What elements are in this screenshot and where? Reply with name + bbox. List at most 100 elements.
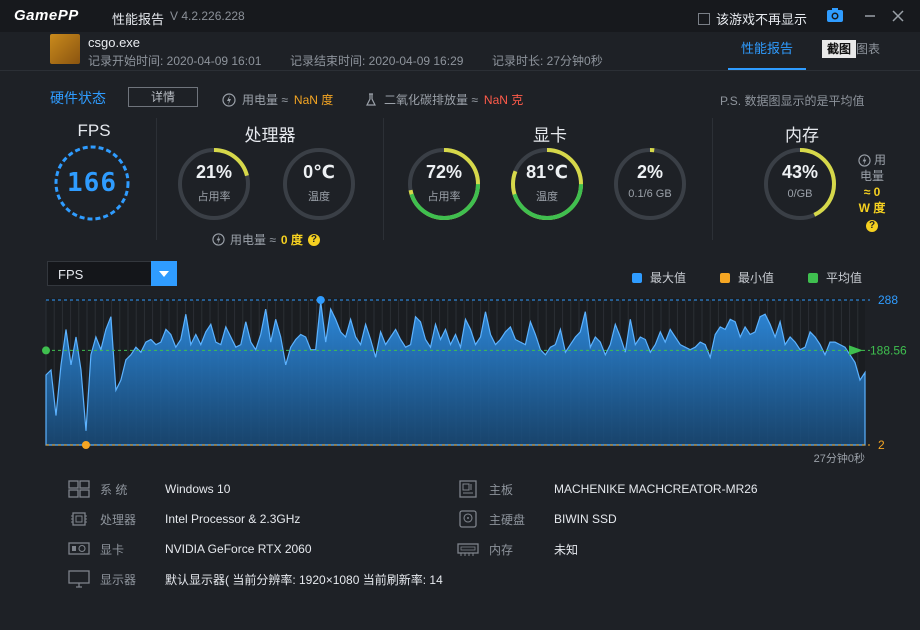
legend-swatch xyxy=(632,272,642,283)
minimize-button[interactable] xyxy=(860,6,880,26)
app-logo: GamePP xyxy=(14,7,79,24)
avg-value-label: 188.56 xyxy=(870,343,907,357)
gauge-track xyxy=(283,148,355,220)
sysinfo-ram: 内存 未知 xyxy=(457,540,578,558)
cpu-power-label: 用电量 ≈ xyxy=(230,233,276,247)
camera-icon[interactable] xyxy=(826,6,844,24)
sysinfo-display: 显示器 默认显示器( 当前分辨率: 1920×1080 当前刷新率: 14 xyxy=(68,570,443,588)
fps-chart: 288 188.56 2 27分钟0秒 xyxy=(42,293,907,465)
sysinfo-cpu: 处理器 Intel Processor & 2.3GHz xyxy=(68,510,300,528)
disk-label: 主硬盘 xyxy=(489,512,526,527)
memory-usage-value: 43% xyxy=(781,162,819,182)
min-value-label: 2 xyxy=(878,438,885,452)
disk-value: BIWIN SSD xyxy=(554,512,617,526)
memory-power: 用 电量 ≈ 0 W 度 ? xyxy=(852,152,892,232)
legend-avg: 平均值 xyxy=(808,269,862,286)
chevron-down-icon[interactable] xyxy=(151,261,177,286)
cpu-temp-value: 0℃ xyxy=(303,162,335,182)
cpu-title: 处理器 xyxy=(244,126,296,145)
gpu-icon xyxy=(68,542,90,555)
help-icon[interactable]: ? xyxy=(866,220,878,232)
record-end: 记录结束时间: 2020-04-09 16:29 xyxy=(290,54,464,68)
help-icon[interactable]: ? xyxy=(307,233,320,246)
checkbox-box[interactable] xyxy=(698,12,710,25)
memory-power-line3: ≈ 0 xyxy=(863,185,881,199)
min-point xyxy=(81,441,90,449)
power-icon xyxy=(212,233,225,246)
co2-emission: 二氧化碳排放量 ≈ NaN 克 xyxy=(364,91,523,108)
tab-chart[interactable]: 图表 xyxy=(856,42,880,56)
fps-title: FPS xyxy=(77,121,111,140)
gpu-temp-gauge: 81℃ 温度 xyxy=(509,146,585,222)
gpu-vram-ring xyxy=(614,148,686,220)
windows-icon xyxy=(68,480,90,498)
close-button[interactable] xyxy=(888,6,908,26)
gpu-vram-label: 0.1/6 GB xyxy=(628,188,672,200)
gpu-temp-value: 81℃ xyxy=(526,162,568,182)
gpu-usage-gauge: 72% 占用率 xyxy=(406,146,482,222)
x-end-label: 27分钟0秒 xyxy=(814,451,865,465)
disk-icon xyxy=(459,510,477,528)
cpu-power: 用电量 ≈ 0 度 ? xyxy=(212,231,320,248)
gpu-usage-ring xyxy=(408,148,480,220)
record-start: 记录开始时间: 2020-04-09 16:01 xyxy=(88,54,262,68)
cpu-label: 处理器 xyxy=(100,512,137,527)
cpu-value: Intel Processor & 2.3GHz xyxy=(165,512,301,526)
no-show-checkbox[interactable]: 该游戏不再显示 xyxy=(698,9,807,28)
memory-power-line2: 电量 xyxy=(859,169,884,183)
version-label: V 4.2.226.228 xyxy=(170,9,245,23)
cpu-usage-gauge: 21% 占用率 xyxy=(176,146,252,222)
legend-min-label: 最小值 xyxy=(738,271,775,285)
memory-title: 内存 xyxy=(785,126,819,145)
power-icon xyxy=(858,153,871,167)
memory-power-line1: 用 xyxy=(873,153,886,167)
hardware-status-title: 硬件状态 xyxy=(50,90,106,106)
cpu-temp-label: 温度 xyxy=(308,191,330,203)
power-icon xyxy=(222,92,236,107)
game-icon xyxy=(50,34,80,64)
minimize-icon xyxy=(865,15,875,17)
report-tabs: 性能报告 截图 图表 xyxy=(728,40,920,70)
tab-performance-report[interactable]: 性能报告 xyxy=(728,42,806,70)
fps-gauge: 166 xyxy=(52,143,132,223)
legend-max-label: 最大值 xyxy=(650,271,687,285)
board-value: MACHENIKE MACHCREATOR-MR26 xyxy=(554,482,758,496)
cpu-power-value: 0 度 xyxy=(280,233,303,247)
display-value: 默认显示器( 当前分辨率: 1920×1080 当前刷新率: 14 xyxy=(165,572,443,587)
process-name: csgo.exe xyxy=(88,35,141,50)
motherboard-icon xyxy=(459,480,477,498)
memory-power-line4: W 度 xyxy=(858,201,886,215)
details-button[interactable]: 详情 xyxy=(128,87,198,107)
metric-select[interactable]: FPS xyxy=(47,261,177,286)
title-bar: GamePP 性能报告 V 4.2.226.228 该游戏不再显示 xyxy=(0,0,920,32)
gauge-track xyxy=(614,148,686,220)
header-divider xyxy=(0,70,920,71)
sysinfo-board: 主板 MACHENIKE MACHCREATOR-MR26 xyxy=(457,480,758,498)
power-usage: 用电量 ≈ NaN 度 xyxy=(222,91,333,108)
gpu-label: 显卡 xyxy=(100,542,125,557)
os-value: Windows 10 xyxy=(165,482,231,496)
cpu-icon xyxy=(71,512,87,526)
legend-swatch xyxy=(808,272,818,283)
cpu-usage-label: 占用率 xyxy=(197,191,231,203)
os-label: 系 统 xyxy=(100,482,128,497)
cpu-usage-ring xyxy=(178,148,250,220)
legend-swatch xyxy=(720,272,730,283)
sysinfo-disk: 主硬盘 BIWIN SSD xyxy=(457,510,617,528)
gpu-title: 显卡 xyxy=(533,126,567,145)
average-note: P.S. 数据图显示的是平均值 xyxy=(720,94,865,108)
avg-point xyxy=(42,346,50,355)
gpu-value: NVIDIA GeForce RTX 2060 xyxy=(165,542,312,556)
tab-screenshot[interactable]: 截图 xyxy=(822,40,856,58)
max-value-label: 288 xyxy=(878,293,898,307)
sysinfo-gpu: 显卡 NVIDIA GeForce RTX 2060 xyxy=(68,540,312,558)
window-title: 性能报告 xyxy=(112,12,165,27)
power-label: 用电量 ≈ xyxy=(242,93,288,107)
co2-value: NaN 克 xyxy=(483,93,524,107)
monitor-icon xyxy=(68,570,90,588)
ram-value: 未知 xyxy=(554,542,579,557)
fps-value: 166 xyxy=(67,168,117,198)
legend-avg-label: 平均值 xyxy=(826,271,863,285)
memory-usage-label: 0/GB xyxy=(787,188,813,200)
metric-select-value: FPS xyxy=(58,267,84,282)
